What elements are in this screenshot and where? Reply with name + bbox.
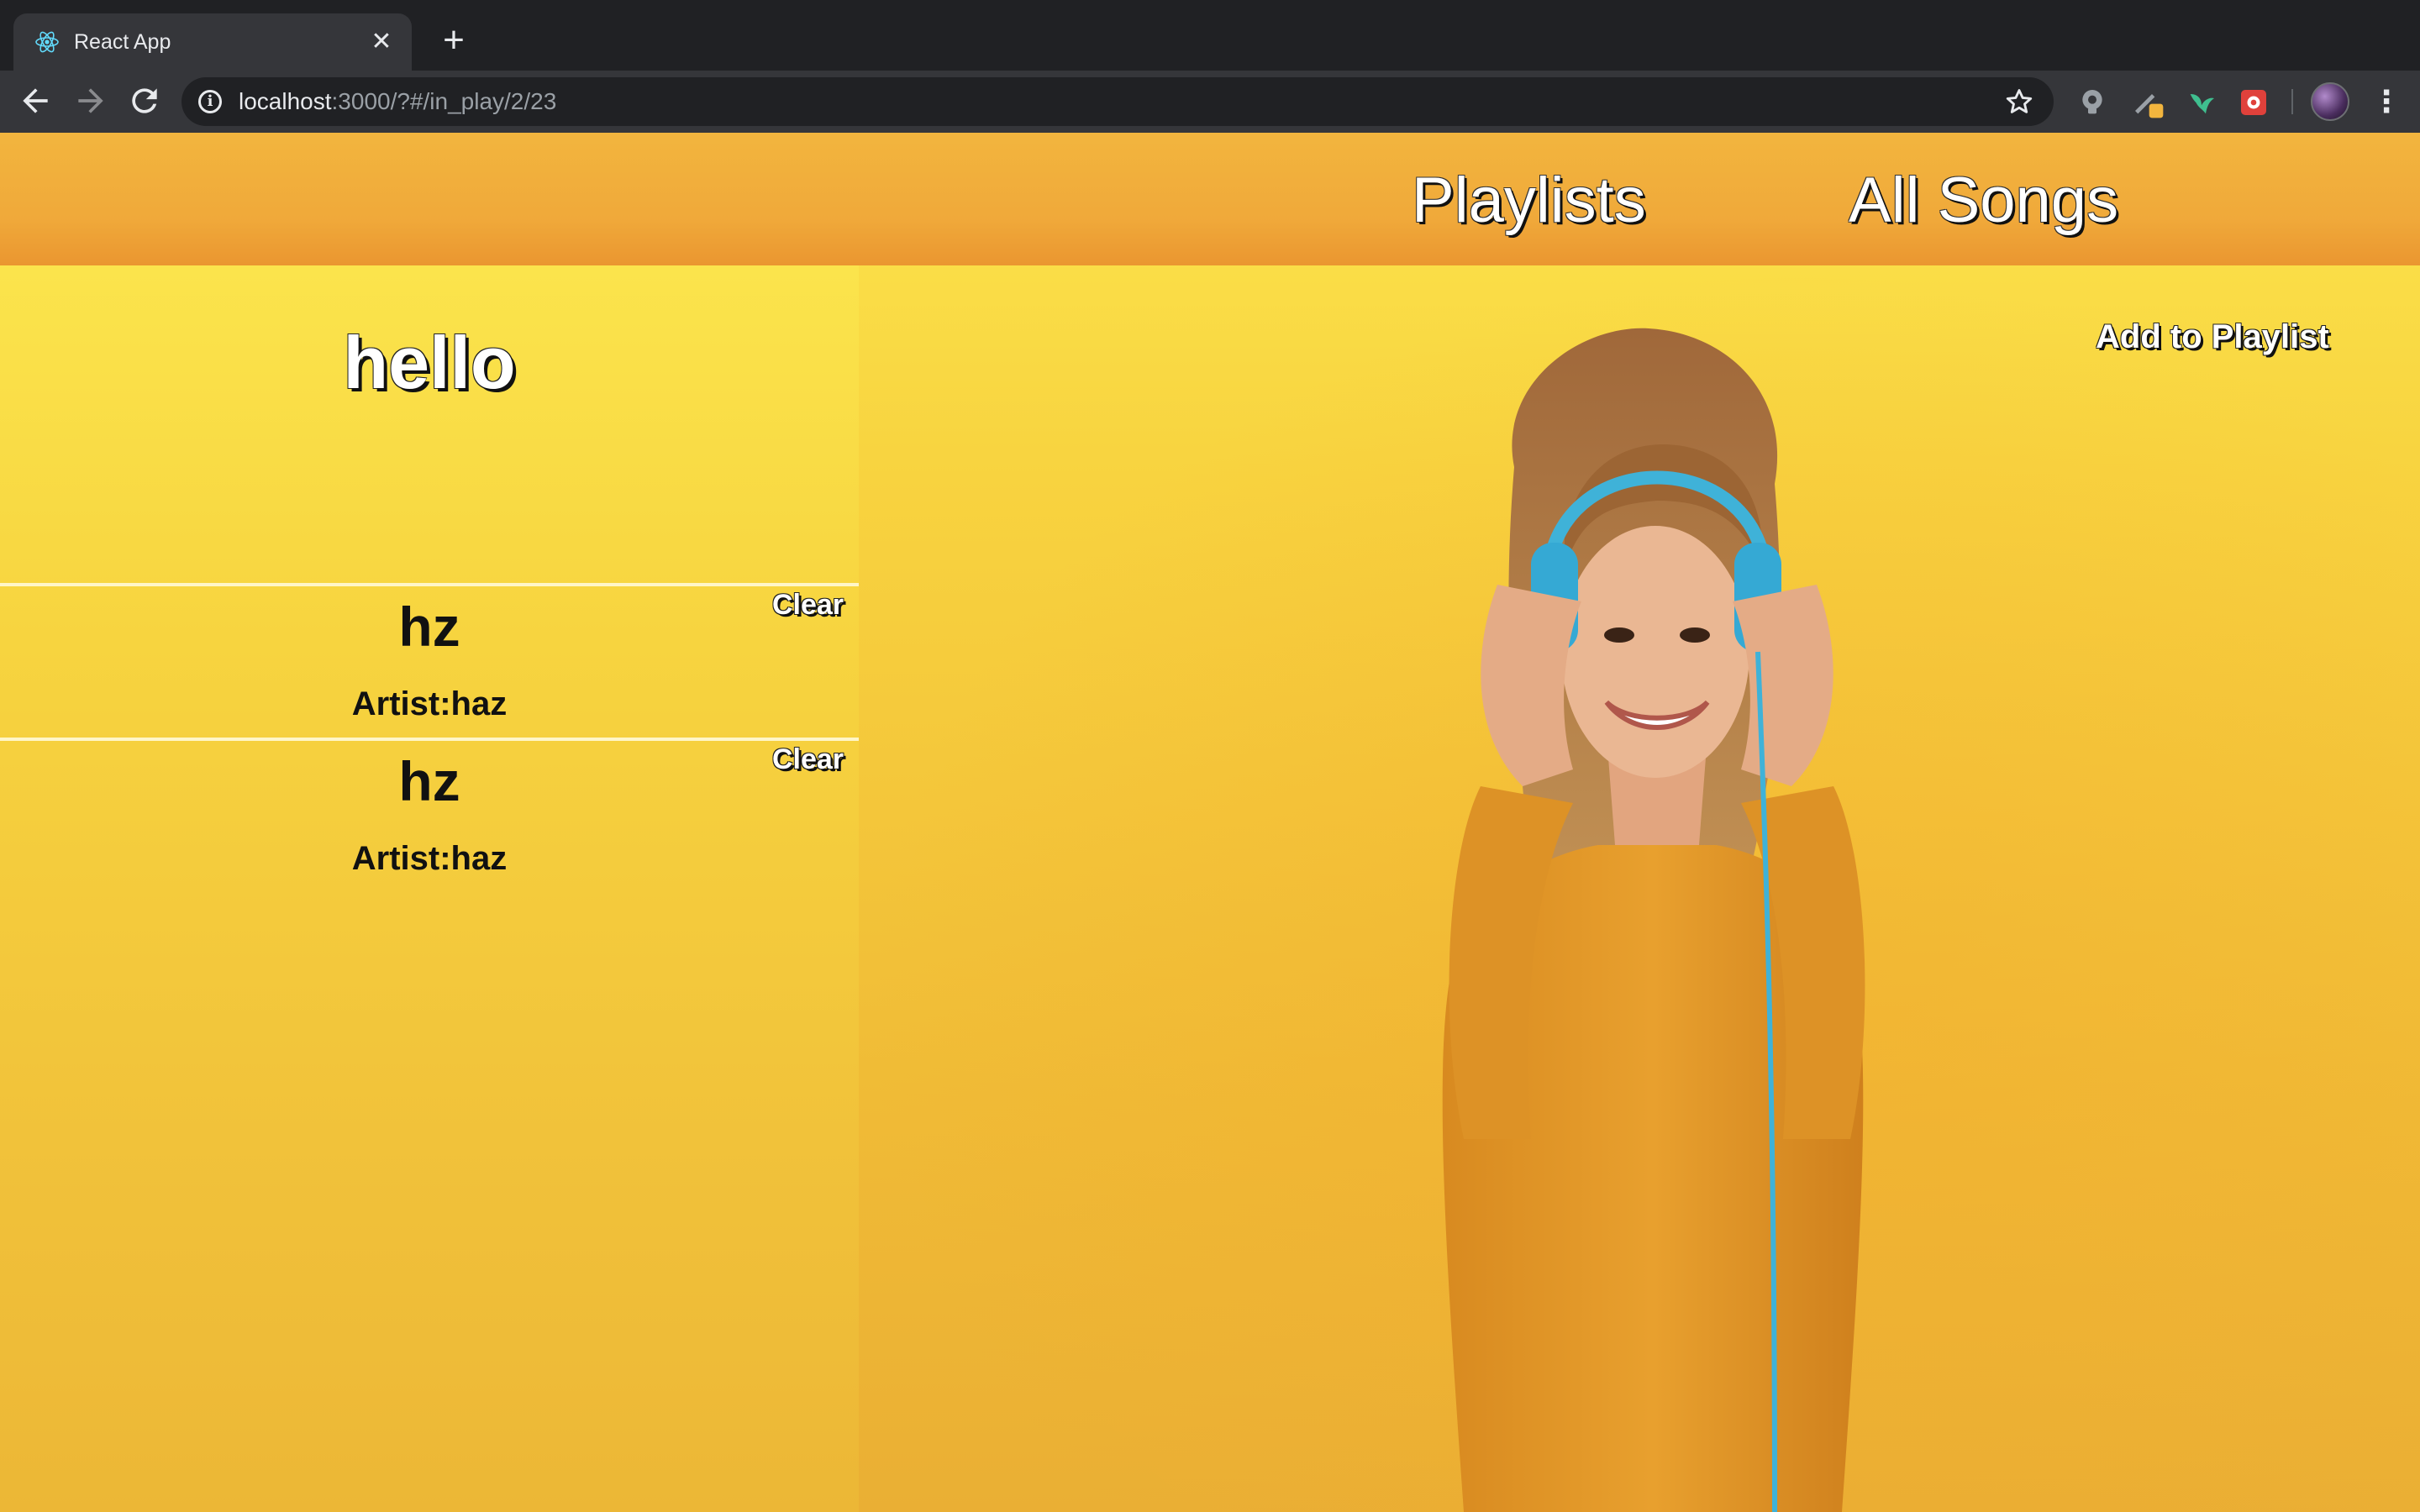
playlist-song-item[interactable]: hz Artist:haz Clear (0, 738, 859, 894)
url-host: localhost (239, 88, 332, 114)
red-extension-icon[interactable] (2237, 86, 2270, 119)
clear-song-button[interactable]: Clear (772, 743, 844, 776)
tab-title: React App (74, 30, 171, 54)
new-tab-button[interactable]: + (437, 22, 471, 59)
song-artist: Artist:haz (351, 685, 508, 722)
address-bar[interactable]: i localhost:3000/?#/in_play/2/23 (182, 77, 2054, 126)
nav-playlists-link[interactable]: Playlists (1412, 163, 1646, 239)
add-to-playlist-button[interactable]: Add to Playlist (2096, 318, 2329, 356)
info-icon[interactable]: i (198, 90, 222, 113)
pencil-extension-icon[interactable] (2131, 86, 2165, 119)
clear-song-button[interactable]: Clear (772, 588, 844, 622)
playlist-panel: hello hz Artist:haz Clear hz Artist:haz … (0, 265, 859, 1512)
back-arrow-icon[interactable] (17, 82, 54, 119)
forward-arrow-icon[interactable] (72, 82, 109, 119)
woman-with-headphones-photo (859, 265, 2420, 1512)
reload-icon[interactable] (126, 82, 163, 119)
song-title: hz (398, 750, 460, 812)
song-artist: Artist:haz (351, 840, 508, 877)
site-header: Playlists All Songs (0, 133, 2420, 265)
playlist-song-item[interactable]: hz Artist:haz Clear (0, 583, 859, 739)
react-favicon (35, 31, 59, 53)
browser-tab[interactable]: React App ✕ (13, 13, 412, 71)
toolbar-divider (2291, 89, 2293, 114)
url-path: :3000/?#/in_play/2/23 (331, 88, 557, 114)
playlist-title: hello (343, 321, 516, 404)
avatar[interactable] (2311, 82, 2349, 121)
menu-icon[interactable]: ⋮ (2371, 82, 2402, 121)
url-text[interactable]: localhost:3000/?#/in_play/2/23 (239, 88, 556, 115)
page-viewport: Playlists All Songs hello hz Artist:haz … (0, 133, 2420, 1512)
browser-toolbar: i localhost:3000/?#/in_play/2/23 ⋮ (0, 71, 2420, 133)
nav-all-songs-link[interactable]: All Songs (1849, 163, 2118, 239)
browser-tabstrip: React App ✕ + (0, 0, 2420, 71)
close-tab-icon[interactable]: ✕ (368, 29, 395, 55)
bird-extension-icon[interactable] (2185, 86, 2218, 119)
bookmark-star-icon[interactable] (2003, 86, 2035, 118)
lightbulb-extension-icon[interactable] (2075, 86, 2109, 119)
song-title: hz (398, 596, 460, 658)
